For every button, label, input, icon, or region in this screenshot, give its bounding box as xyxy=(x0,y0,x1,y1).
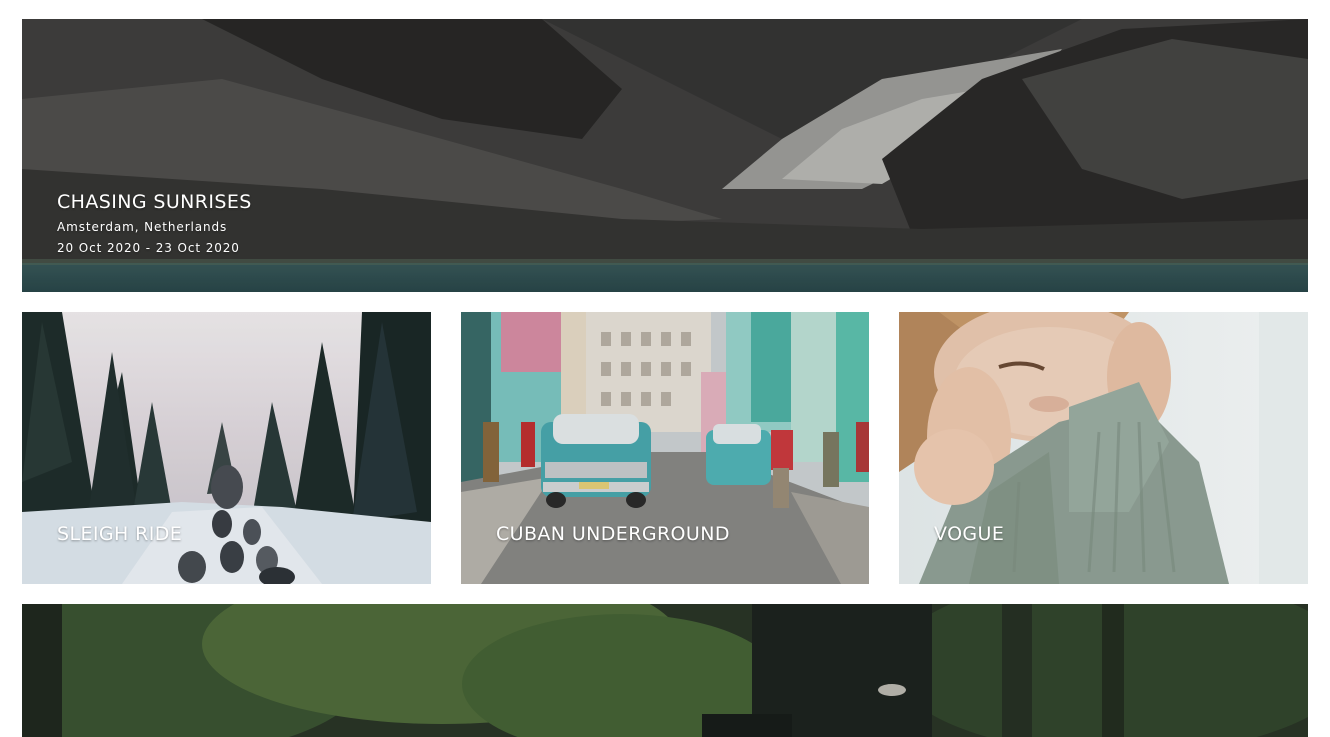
card-caption: VOGUE xyxy=(934,525,1004,544)
card-caption: CUBAN UNDERGROUND xyxy=(496,525,730,544)
trip-card-chasing-sunrises[interactable]: CHASING SUNRISES Amsterdam, Netherlands … xyxy=(22,19,1308,292)
card-title: CHASING SUNRISES xyxy=(57,191,252,213)
card-title: SLEIGH RIDE xyxy=(57,523,183,545)
trip-card-vogue[interactable]: VOGUE xyxy=(899,312,1308,584)
trip-card-cuban-underground[interactable]: CUBAN UNDERGROUND xyxy=(461,312,869,584)
card-location: Amsterdam, Netherlands xyxy=(57,220,228,234)
trip-card-sleigh-ride[interactable]: SLEIGH RIDE xyxy=(22,312,431,584)
card-caption: CHASING SUNRISES Amsterdam, Netherlands … xyxy=(57,191,252,255)
card-dates: 20 Oct 2020 - 23 Oct 2020 xyxy=(57,241,240,255)
trip-card-forest[interactable] xyxy=(22,604,1308,737)
card-title: VOGUE xyxy=(934,523,1005,545)
image-overlay xyxy=(22,604,1308,737)
card-title: CUBAN UNDERGROUND xyxy=(496,523,730,545)
card-caption: SLEIGH RIDE xyxy=(57,525,182,544)
